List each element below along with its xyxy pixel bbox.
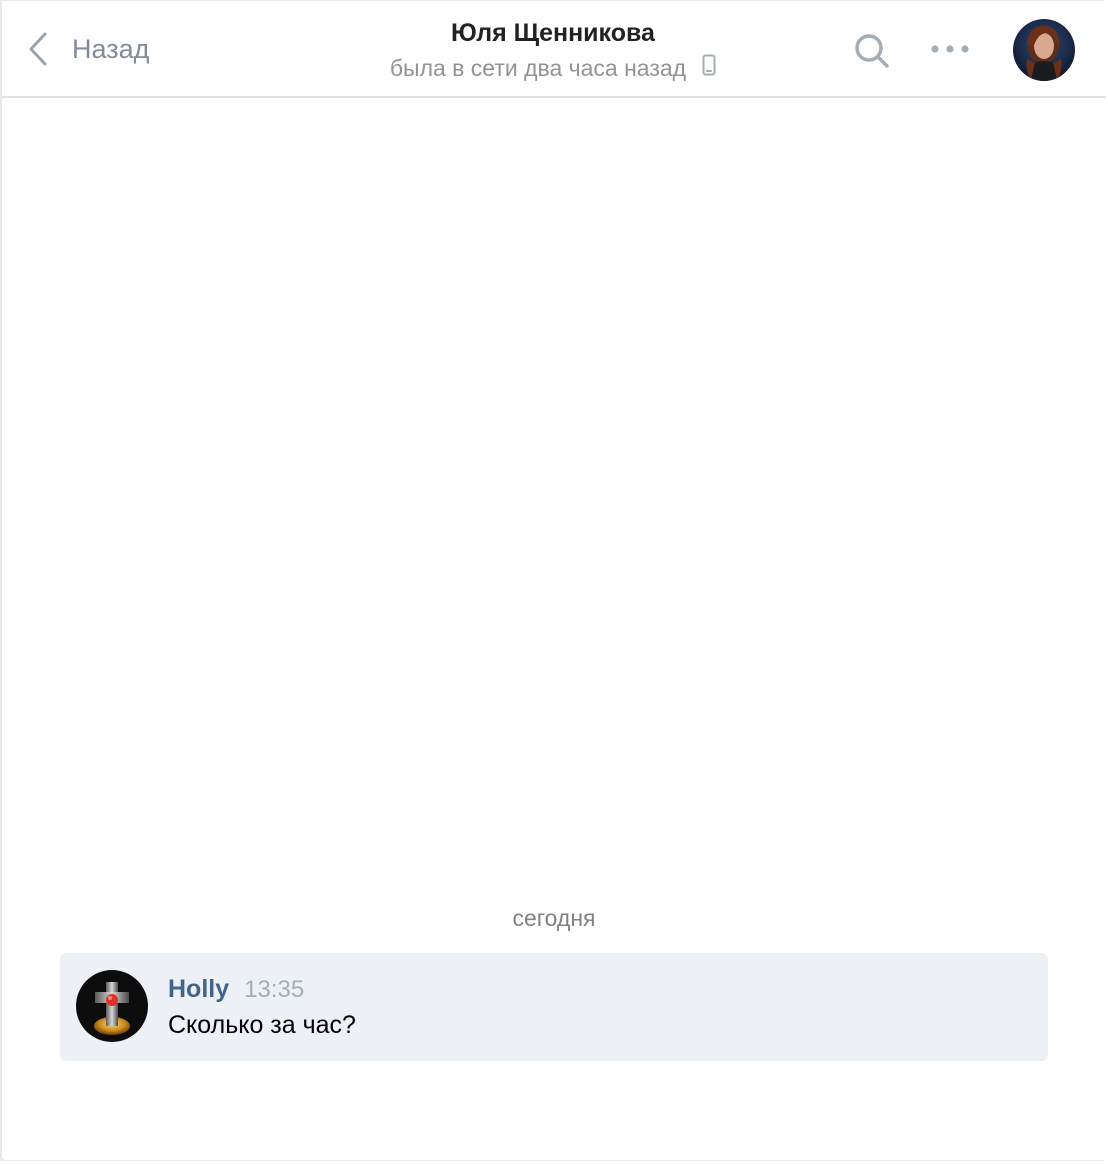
peer-status: была в сети два часа назад — [390, 53, 716, 83]
mobile-phone-icon — [702, 53, 716, 83]
back-label: Назад — [72, 33, 150, 64]
message-header: Holly 13:35 — [168, 975, 304, 1004]
chevron-left-icon — [28, 32, 48, 66]
search-icon — [852, 34, 892, 75]
peer-title-block[interactable]: Юля Щенникова была в сети два часа назад — [302, 17, 804, 83]
message-author[interactable]: Holly — [168, 975, 229, 1004]
message-time[interactable]: 13:35 — [244, 976, 304, 1004]
message-history[interactable]: сегодня Holly 13:35 Сколько за час? — [4, 98, 1104, 1160]
peer-status-text: была в сети два часа назад — [389, 55, 687, 81]
peer-avatar[interactable] — [1013, 19, 1075, 81]
more-dots-icon — [928, 45, 972, 65]
more-button[interactable] — [928, 37, 972, 61]
date-separator: сегодня — [512, 905, 596, 931]
author-avatar[interactable] — [76, 970, 148, 1042]
chat-header: Назад Юля Щенникова была в сети два часа… — [2, 1, 1106, 98]
message-text: Сколько за час? — [168, 1011, 356, 1039]
search-button[interactable] — [852, 31, 892, 71]
message-item[interactable]: Holly 13:35 Сколько за час? — [60, 953, 1048, 1061]
chat-window: Назад Юля Щенникова была в сети два часа… — [0, 0, 1106, 1161]
peer-name: Юля Щенникова — [451, 19, 655, 47]
back-button[interactable]: Назад — [28, 29, 149, 69]
